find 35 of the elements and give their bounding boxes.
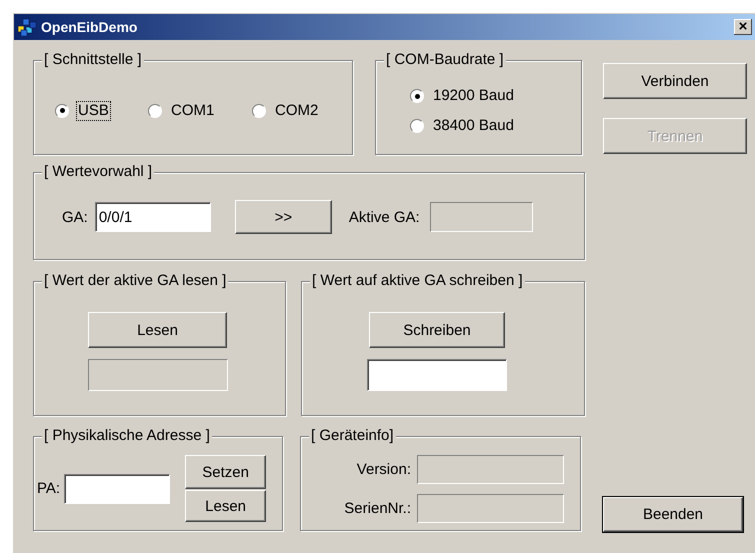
group-title: [ Wert auf aktive GA schreiben ] (310, 272, 525, 290)
write-button[interactable]: Schreiben (369, 312, 505, 348)
radio-button[interactable] (410, 119, 424, 133)
field-label: Aktive GA: (348, 208, 420, 226)
radio-label[interactable]: COM1 (170, 102, 216, 120)
radio-button[interactable] (148, 104, 162, 118)
field-label: Version: (356, 461, 411, 478)
read-button[interactable]: Lesen (185, 490, 266, 522)
radio-label[interactable]: COM2 (274, 102, 320, 120)
field-label: GA: (62, 208, 88, 226)
radio-label[interactable]: 19200 Baud (432, 87, 515, 105)
cubes-icon (17, 18, 37, 36)
set-button[interactable]: Setzen (185, 455, 266, 489)
group-title: [ COM-Baudrate ] (384, 51, 506, 69)
connect-button[interactable]: Verbinden (603, 63, 747, 99)
apply-button[interactable]: >> (234, 200, 332, 234)
close-button[interactable]: × (734, 19, 752, 35)
exit-button[interactable]: Beenden (603, 497, 743, 532)
read-button[interactable]: Lesen (88, 312, 227, 348)
group-title: [ Physikalische Adresse ] (42, 427, 212, 445)
radio-button[interactable] (410, 89, 424, 103)
window-title: OpenEibDemo (41, 19, 138, 35)
radio-button[interactable] (55, 104, 69, 118)
radio-label[interactable]: 38400 Baud (432, 117, 515, 135)
value-field[interactable] (367, 359, 507, 391)
address-field[interactable] (64, 474, 170, 504)
group-title: [ Wert der aktive GA lesen ] (42, 272, 228, 290)
group-title: [ Geräteinfo] (309, 427, 396, 445)
field-label: SerienNr.: (343, 500, 411, 517)
group-title: [ Schnittstelle ] (42, 51, 144, 69)
field-label: PA: (37, 480, 60, 497)
radio-label[interactable]: USB (77, 102, 110, 120)
address-field[interactable]: 0/0/1 (94, 202, 211, 232)
radio-button[interactable] (252, 104, 266, 118)
group-title: [ Wertevorwahl ] (42, 163, 154, 181)
